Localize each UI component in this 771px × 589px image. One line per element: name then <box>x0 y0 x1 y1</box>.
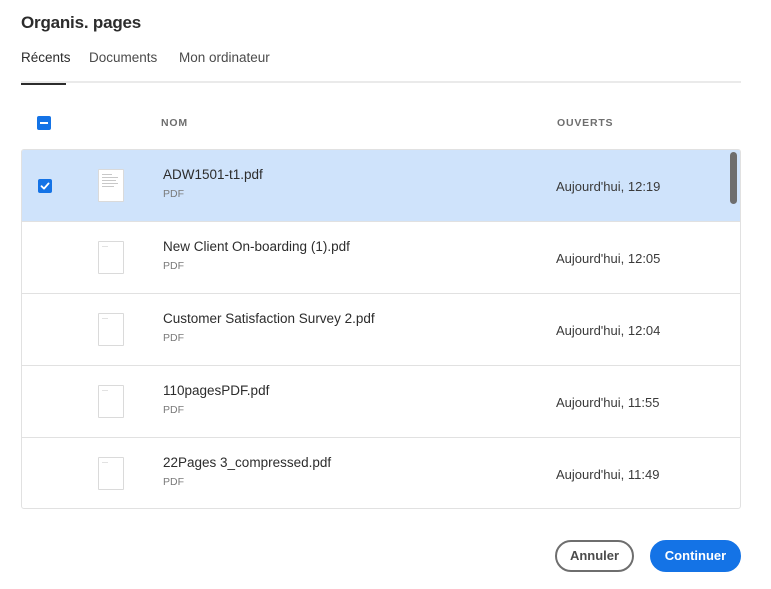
file-name: 22Pages 3_compressed.pdf <box>163 455 332 470</box>
row-checkbox[interactable] <box>38 179 52 193</box>
continue-button[interactable]: Continuer <box>650 540 741 572</box>
file-type: PDF <box>163 188 184 200</box>
pdf-thumbnail-icon <box>98 457 124 490</box>
file-opened-date: Aujourd'hui, 12:05 <box>556 251 661 266</box>
column-header-opened[interactable]: OUVERTS <box>557 117 613 129</box>
tab-recents[interactable]: Récents <box>21 50 71 85</box>
file-row[interactable]: ADW1501-t1.pdf PDF Aujourd'hui, 12:19 <box>22 150 740 222</box>
file-name: Customer Satisfaction Survey 2.pdf <box>163 311 375 326</box>
dialog-title: Organis. pages <box>21 13 142 32</box>
file-row[interactable]: Customer Satisfaction Survey 2.pdf PDF A… <box>22 294 740 366</box>
pdf-thumbnail-icon <box>98 385 124 418</box>
file-type: PDF <box>163 260 184 272</box>
pdf-thumbnail-icon <box>98 241 124 274</box>
file-opened-date: Aujourd'hui, 11:55 <box>556 395 660 410</box>
file-row[interactable]: New Client On-boarding (1).pdf PDF Aujou… <box>22 222 740 294</box>
file-name: ADW1501-t1.pdf <box>163 167 263 182</box>
file-opened-date: Aujourd'hui, 12:19 <box>556 179 661 194</box>
source-tabs: Récents Documents Mon ordinateur <box>21 50 741 85</box>
file-type: PDF <box>163 332 184 344</box>
pdf-thumbnail-icon <box>98 169 124 202</box>
tab-documents[interactable]: Documents <box>89 50 157 83</box>
scrollbar-thumb[interactable] <box>730 152 737 204</box>
file-list[interactable]: ADW1501-t1.pdf PDF Aujourd'hui, 12:19 Ne… <box>21 149 741 509</box>
table-header: NOM OUVERTS <box>21 104 741 144</box>
file-type: PDF <box>163 476 184 488</box>
file-opened-date: Aujourd'hui, 11:49 <box>556 467 660 482</box>
tab-my-computer[interactable]: Mon ordinateur <box>179 50 270 83</box>
select-all-checkbox[interactable] <box>37 116 51 130</box>
file-name: 110pagesPDF.pdf <box>163 383 270 398</box>
file-row[interactable]: 22Pages 3_compressed.pdf PDF Aujourd'hui… <box>22 438 740 508</box>
file-name: New Client On-boarding (1).pdf <box>163 239 350 254</box>
checkmark-icon <box>40 182 50 190</box>
file-type: PDF <box>163 404 184 416</box>
file-row[interactable]: 110pagesPDF.pdf PDF Aujourd'hui, 11:55 <box>22 366 740 438</box>
cancel-button[interactable]: Annuler <box>555 540 634 572</box>
file-opened-date: Aujourd'hui, 12:04 <box>556 323 661 338</box>
pdf-thumbnail-icon <box>98 313 124 346</box>
column-header-name[interactable]: NOM <box>161 117 188 129</box>
